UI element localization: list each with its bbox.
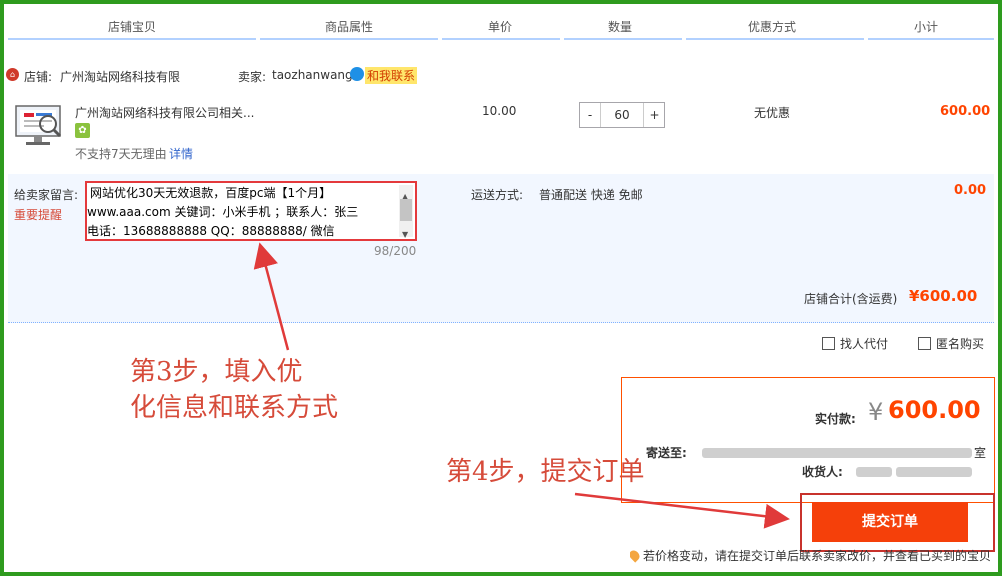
step4-arrow [574, 492, 790, 529]
price-change-notice: 若价格变动，请在提交订单后联系卖家改价，并查看已买到的宝贝 [630, 547, 994, 564]
notice-text: 若价格变动，请在提交订单后联系卖家改价，并查看已买到的宝贝 [643, 549, 992, 563]
pin-icon [630, 548, 642, 563]
annotation-arrows [253, 242, 790, 529]
step3-arrow [253, 242, 290, 351]
